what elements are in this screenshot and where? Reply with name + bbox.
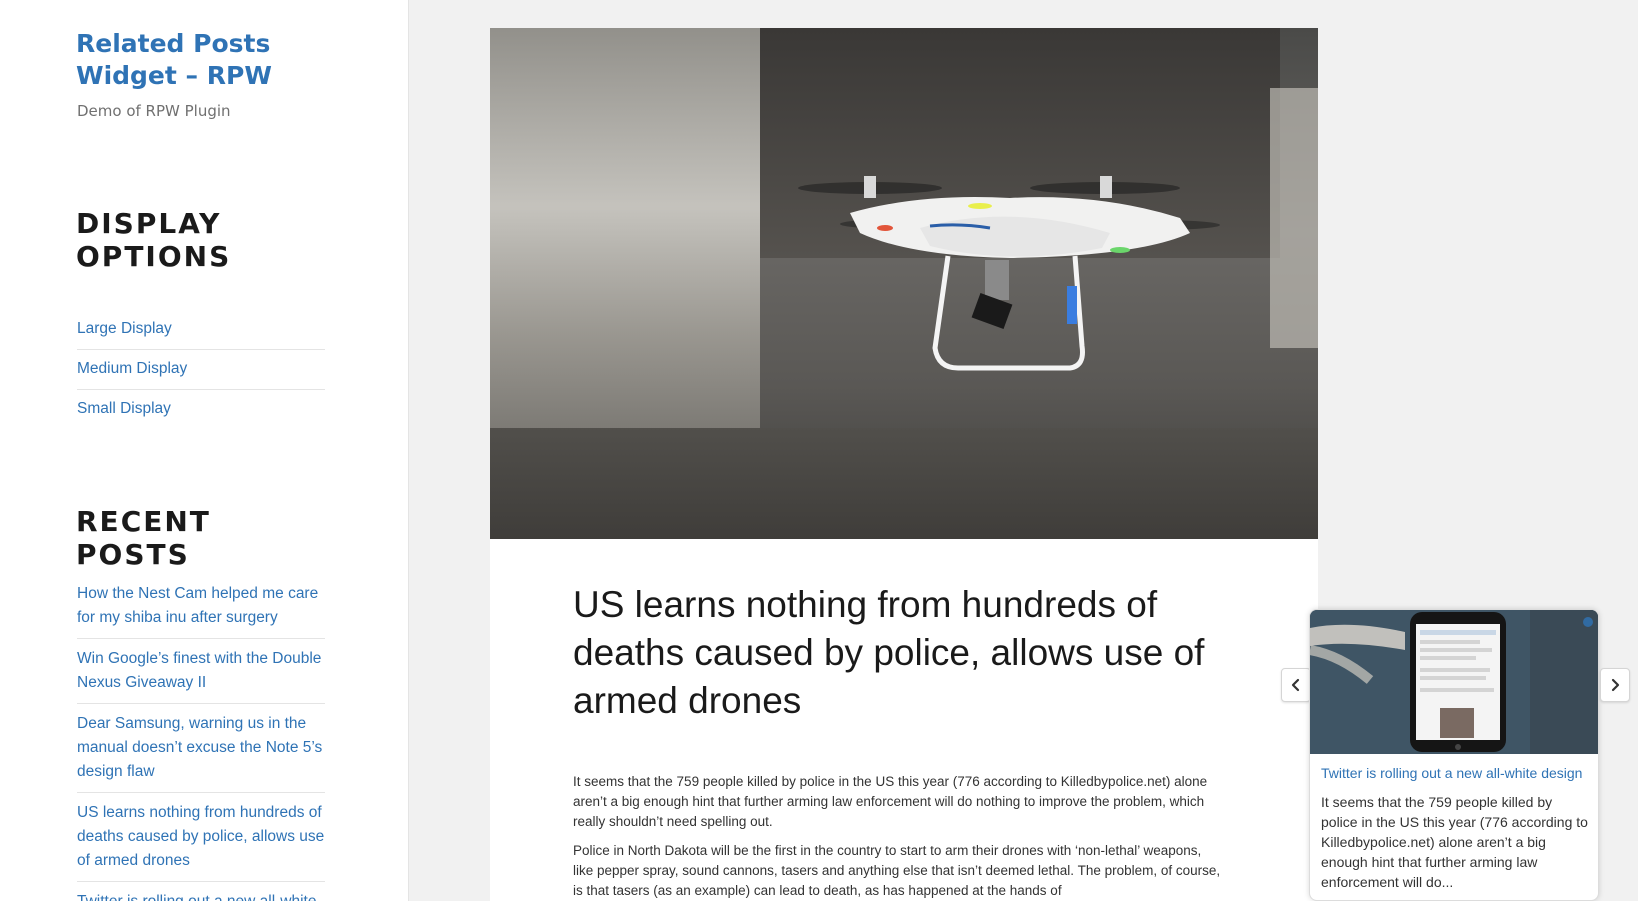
- chevron-left-icon: [1291, 678, 1300, 692]
- medium-display-link[interactable]: Medium Display: [77, 350, 325, 389]
- page: Related Posts Widget – RPW Demo of RPW P…: [0, 0, 1638, 901]
- site-title[interactable]: Related Posts Widget – RPW: [76, 28, 336, 92]
- list-item: Medium Display: [77, 350, 325, 390]
- post-paragraph: It seems that the 759 people killed by p…: [573, 774, 1208, 829]
- site-description: Demo of RPW Plugin: [77, 102, 231, 120]
- display-options-list: Large Display Medium Display Small Displ…: [77, 317, 325, 429]
- related-post-title-link[interactable]: Twitter is rolling out a new all-white d…: [1321, 764, 1593, 782]
- post-paragraph: Police in North Dakota will be the first…: [573, 843, 1221, 898]
- article: US learns nothing from hundreds of death…: [490, 28, 1318, 901]
- list-item: Large Display: [77, 317, 325, 350]
- related-post-excerpt: It seems that the 759 people killed by p…: [1321, 794, 1588, 890]
- sidebar: Related Posts Widget – RPW Demo of RPW P…: [0, 0, 409, 901]
- recent-posts-heading: RECENT POSTS: [76, 505, 211, 571]
- list-item: Twitter is rolling out a new all-white d…: [77, 882, 325, 901]
- display-options-heading: DISPLAY OPTIONS: [76, 207, 232, 273]
- recent-post-link[interactable]: US learns nothing from hundreds of death…: [77, 793, 325, 881]
- small-display-link[interactable]: Small Display: [77, 390, 325, 429]
- carousel-prev-button[interactable]: [1281, 668, 1311, 702]
- list-item: US learns nothing from hundreds of death…: [77, 793, 325, 882]
- list-item: Win Google’s finest with the Double Nexu…: [77, 639, 325, 704]
- recent-post-link[interactable]: Twitter is rolling out a new all-white d…: [77, 882, 325, 901]
- post-title: US learns nothing from hundreds of death…: [573, 584, 1205, 721]
- featured-image: [490, 28, 1318, 539]
- post-content: It seems that the 759 people killed by p…: [573, 772, 1225, 901]
- related-post-card[interactable]: Twitter is rolling out a new all-white d…: [1309, 609, 1599, 901]
- large-display-link[interactable]: Large Display: [77, 317, 325, 349]
- recent-post-link[interactable]: Dear Samsung, warning us in the manual d…: [77, 704, 325, 792]
- recent-posts-list: How the Nest Cam helped me care for my s…: [77, 582, 325, 901]
- drone-icon: [798, 176, 1220, 371]
- list-item: Dear Samsung, warning us in the manual d…: [77, 704, 325, 793]
- recent-post-link[interactable]: Win Google’s finest with the Double Nexu…: [77, 639, 325, 703]
- related-post-thumbnail[interactable]: [1310, 610, 1598, 754]
- phone-image: [1310, 610, 1598, 754]
- carousel-next-button[interactable]: [1600, 668, 1630, 702]
- list-item: Small Display: [77, 390, 325, 429]
- list-item: How the Nest Cam helped me care for my s…: [77, 582, 325, 639]
- recent-post-link[interactable]: How the Nest Cam helped me care for my s…: [77, 582, 325, 638]
- chevron-right-icon: [1611, 678, 1620, 692]
